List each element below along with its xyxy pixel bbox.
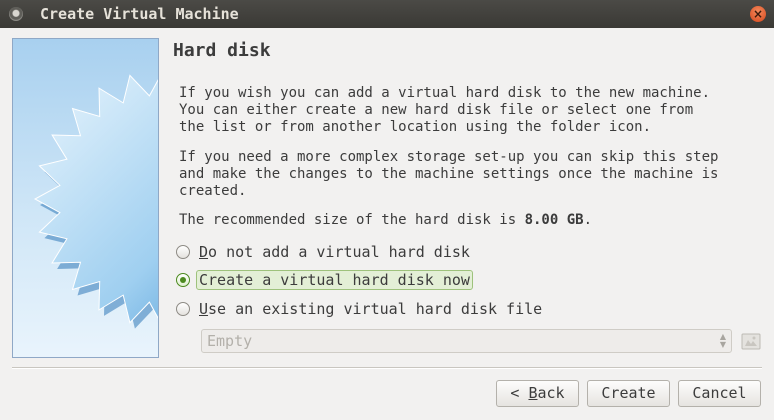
option-existing-disk-label: Use an existing virtual hard disk file (199, 300, 543, 318)
existing-disk-select-value: Empty (207, 332, 253, 350)
window-title: Create Virtual Machine (40, 5, 239, 23)
back-button[interactable]: < Back (496, 380, 579, 407)
advanced-text: If you need a more complex storage set-u… (179, 149, 719, 199)
app-icon (9, 7, 23, 21)
recommended-size-text: The recommended size of the hard disk is… (179, 212, 769, 229)
dialog-window: Create Virtual Machine × Hard disk If yo… (0, 0, 774, 420)
option-create-disk[interactable]: Create a virtual hard disk now (176, 269, 473, 291)
option-no-disk[interactable]: Do not add a virtual hard disk (176, 241, 470, 263)
folder-icon[interactable] (741, 331, 761, 351)
option-no-disk-label: Do not add a virtual hard disk (199, 243, 470, 261)
recommended-suffix: . (583, 212, 593, 228)
intro-text: If you wish you can add a virtual hard d… (179, 85, 711, 135)
page-title: Hard disk (173, 40, 271, 61)
separator (12, 367, 762, 369)
option-create-disk-label: Create a virtual hard disk now (196, 270, 473, 290)
cancel-button[interactable]: Cancel (678, 380, 761, 407)
recommended-size-value: 8.00 GB (524, 212, 584, 228)
create-button[interactable]: Create (587, 380, 670, 407)
radio-no-disk[interactable] (176, 245, 190, 259)
titlebar: Create Virtual Machine × (0, 0, 774, 28)
wizard-watermark-image (12, 38, 159, 358)
radio-create-disk[interactable] (176, 273, 190, 287)
radio-existing-disk[interactable] (176, 302, 190, 316)
recommended-prefix: The recommended size of the hard disk is (179, 212, 525, 228)
combo-arrows-icon: ▲ ▼ (719, 332, 726, 349)
close-icon[interactable]: × (750, 6, 766, 22)
existing-disk-select[interactable]: Empty ▲ ▼ (201, 329, 732, 353)
starburst-graphic (33, 74, 158, 329)
option-existing-disk[interactable]: Use an existing virtual hard disk file (176, 298, 542, 320)
